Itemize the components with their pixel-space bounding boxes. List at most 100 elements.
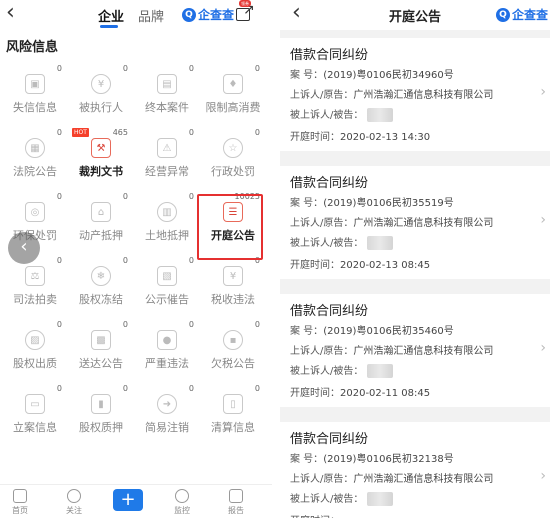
risk-label: 动产抵押 xyxy=(79,229,123,242)
nav-monitor[interactable]: 监控 xyxy=(162,485,202,516)
risk-label: 股权出质 xyxy=(13,357,57,370)
risk-label: 裁判文书 xyxy=(79,165,123,178)
tab-brand[interactable]: 品牌 xyxy=(138,6,164,25)
risk-item[interactable]: 0 ¥ 被执行人 xyxy=(68,64,134,132)
risk-count: 0 xyxy=(254,128,260,137)
risk-item[interactable]: 0 ▪ 欠税公告 xyxy=(200,320,266,388)
risk-item[interactable]: 0 ▭ 立案信息 xyxy=(2,384,68,452)
risk-item[interactable]: 0 ▩ 送达公告 xyxy=(68,320,134,388)
risk-label: 欠税公告 xyxy=(211,357,255,370)
case-number-label: 案 号： xyxy=(290,198,324,209)
risk-count: 0 xyxy=(188,320,194,329)
hearing-time-row: 开庭时间：2020-02-13 08:45 xyxy=(290,256,430,271)
risk-count: 0 xyxy=(56,256,62,265)
nav-monitor-label: 监控 xyxy=(174,506,190,515)
risk-item[interactable]: 0 ☆ 行政处罚 xyxy=(200,128,266,196)
risk-item[interactable]: 0 ▮ 股权质押 xyxy=(68,384,134,452)
appellant-row: 上诉人/原告：广州浩瀚汇通信息科技有限公司 xyxy=(290,86,493,101)
add-button[interactable]: + xyxy=(113,489,143,511)
risk-label: 公示催告 xyxy=(145,293,189,306)
hearing-card[interactable]: 借款合同纠纷案 号：(2019)粤0106民初35460号 上诉人/原告：广州浩瀚… xyxy=(280,294,550,407)
risk-item[interactable]: 0 ➜ 简易注销 xyxy=(134,384,200,452)
land-icon: ▥ xyxy=(157,202,177,222)
case-number-label: 案 号： xyxy=(290,454,324,465)
equity-icon: ▮ xyxy=(91,394,111,414)
risk-count: 0 xyxy=(254,384,260,393)
back-icon[interactable]: ‹ xyxy=(6,2,15,24)
hearing-time-label: 开庭时间： xyxy=(290,132,340,143)
left-screen: ‹ 企业 品牌 Q 企查查 ↗ 领券 风险信息 0 ▣ 失信信息 0 ¥ 被执行人 0 ▤ 终本… xyxy=(0,0,272,518)
appellee-label: 被上诉人/被告： xyxy=(290,366,364,377)
risk-item[interactable]: 0 ● 严重违法 xyxy=(134,320,200,388)
risk-item[interactable]: 0 ▯ 清算信息 xyxy=(200,384,266,452)
section-title: 风险信息 xyxy=(6,40,59,55)
hearing-card[interactable]: 借款合同纠纷案 号：(2019)粤0106民初35519号 上诉人/原告：广州浩瀚… xyxy=(280,166,550,279)
back-swipe-icon[interactable]: ‹ xyxy=(8,232,40,264)
risk-item[interactable]: 0 ▥ 土地抵押 xyxy=(134,192,200,260)
risk-label: 清算信息 xyxy=(211,421,255,434)
clear-icon: ▯ xyxy=(223,394,243,414)
document-icon: ▤ xyxy=(157,74,177,94)
risk-count: 0 xyxy=(56,64,62,73)
money-icon: ¥ xyxy=(91,74,111,94)
risk-count: 0 xyxy=(56,384,62,393)
share-button[interactable]: ↗ 领券 xyxy=(236,0,256,22)
appellee-row: 被上诉人/被告： xyxy=(290,490,394,506)
risk-count: 0 xyxy=(254,320,260,329)
nav-report[interactable]: 报告 xyxy=(216,485,256,516)
risk-item[interactable]: 0 ♦ 限制高消费 xyxy=(200,64,266,132)
risk-item[interactable]: 0 ▨ 股权出质 xyxy=(2,320,68,388)
appellant-name: 广州浩瀚汇通信息科技有限公司 xyxy=(353,474,494,485)
nav-follow[interactable]: 关注 xyxy=(54,485,94,516)
shield-icon: ▣ xyxy=(25,74,45,94)
risk-item[interactable]: 0 ⚠ 经营异常 xyxy=(134,128,200,196)
appellant-label: 上诉人/原告： xyxy=(290,346,354,357)
case-number-row: 案 号：(2019)粤0106民初35460号 xyxy=(290,322,454,337)
risk-label: 送达公告 xyxy=(79,357,123,370)
coupon-badge: 领券 xyxy=(239,0,251,7)
active-tab-indicator xyxy=(100,25,118,28)
risk-item[interactable]: 0 ¥ 税收违法 xyxy=(200,256,266,324)
risk-label: 土地抵押 xyxy=(145,229,189,242)
risk-item[interactable]: 0 ❄ 股权冻结 xyxy=(68,256,134,324)
risk-item[interactable]: 0 ▤ 终本案件 xyxy=(134,64,200,132)
hearing-time: 2020-02-11 08:45 xyxy=(340,388,431,399)
tab-enterprise[interactable]: 企业 xyxy=(98,6,124,25)
hearing-card[interactable]: 借款合同纠纷案 号：(2019)粤0106民初34960号 上诉人/原告：广州浩瀚… xyxy=(280,38,550,151)
brand-logo: Q 企查查 xyxy=(496,6,548,23)
appellant-name: 广州浩瀚汇通信息科技有限公司 xyxy=(353,90,494,101)
risk-label: 司法拍卖 xyxy=(13,293,57,306)
stamp-icon: ☆ xyxy=(223,138,243,158)
risk-item[interactable]: 0 ⚖ 司法拍卖 xyxy=(2,256,68,324)
risk-count: 0 xyxy=(122,256,128,265)
nav-home[interactable]: 首页 xyxy=(0,485,40,516)
risk-item[interactable]: 0 ▣ 失信信息 xyxy=(2,64,68,132)
warning-icon: ⚠ xyxy=(157,138,177,158)
case-title: 借款合同纠纷 xyxy=(290,432,369,447)
auction-icon: ⚖ xyxy=(25,266,45,286)
risk-label: 经营异常 xyxy=(145,165,189,178)
hearing-time-row: 开庭时间：2020-02-11 08:45 xyxy=(290,384,430,399)
pane-divider xyxy=(272,0,280,518)
risk-item[interactable]: 0 ▧ 公示催告 xyxy=(134,256,200,324)
risk-item[interactable]: 0 ⌂ 动产抵押 xyxy=(68,192,134,260)
appellee-row: 被上诉人/被告： xyxy=(290,362,394,378)
report-icon xyxy=(229,489,243,503)
case-title: 借款合同纠纷 xyxy=(290,48,369,63)
case-title: 借款合同纠纷 xyxy=(290,176,369,191)
risk-item[interactable]: 0 ▦ 法院公告 xyxy=(2,128,68,196)
risk-count: 0 xyxy=(188,64,194,73)
hearing-card[interactable]: 借款合同纠纷案 号：(2019)粤0106民初32138号 上诉人/原告：广州浩瀚… xyxy=(280,422,550,518)
risk-count: 0 xyxy=(188,128,194,137)
risk-count: 465 xyxy=(112,128,128,137)
risk-item[interactable]: 465 HOT ⚒ 裁判文书 xyxy=(68,128,134,196)
redacted-blur xyxy=(367,492,394,506)
hearing-time-row: 开庭时间： xyxy=(290,512,340,518)
redacted-blur xyxy=(367,108,394,122)
tax-due-icon: ▪ xyxy=(223,330,243,350)
appellant-label: 上诉人/原告： xyxy=(290,90,354,101)
brand-name: 企查查 xyxy=(512,8,549,22)
risk-count: 0 xyxy=(122,64,128,73)
risk-label: 被执行人 xyxy=(79,101,123,114)
freeze-icon: ❄ xyxy=(91,266,111,286)
